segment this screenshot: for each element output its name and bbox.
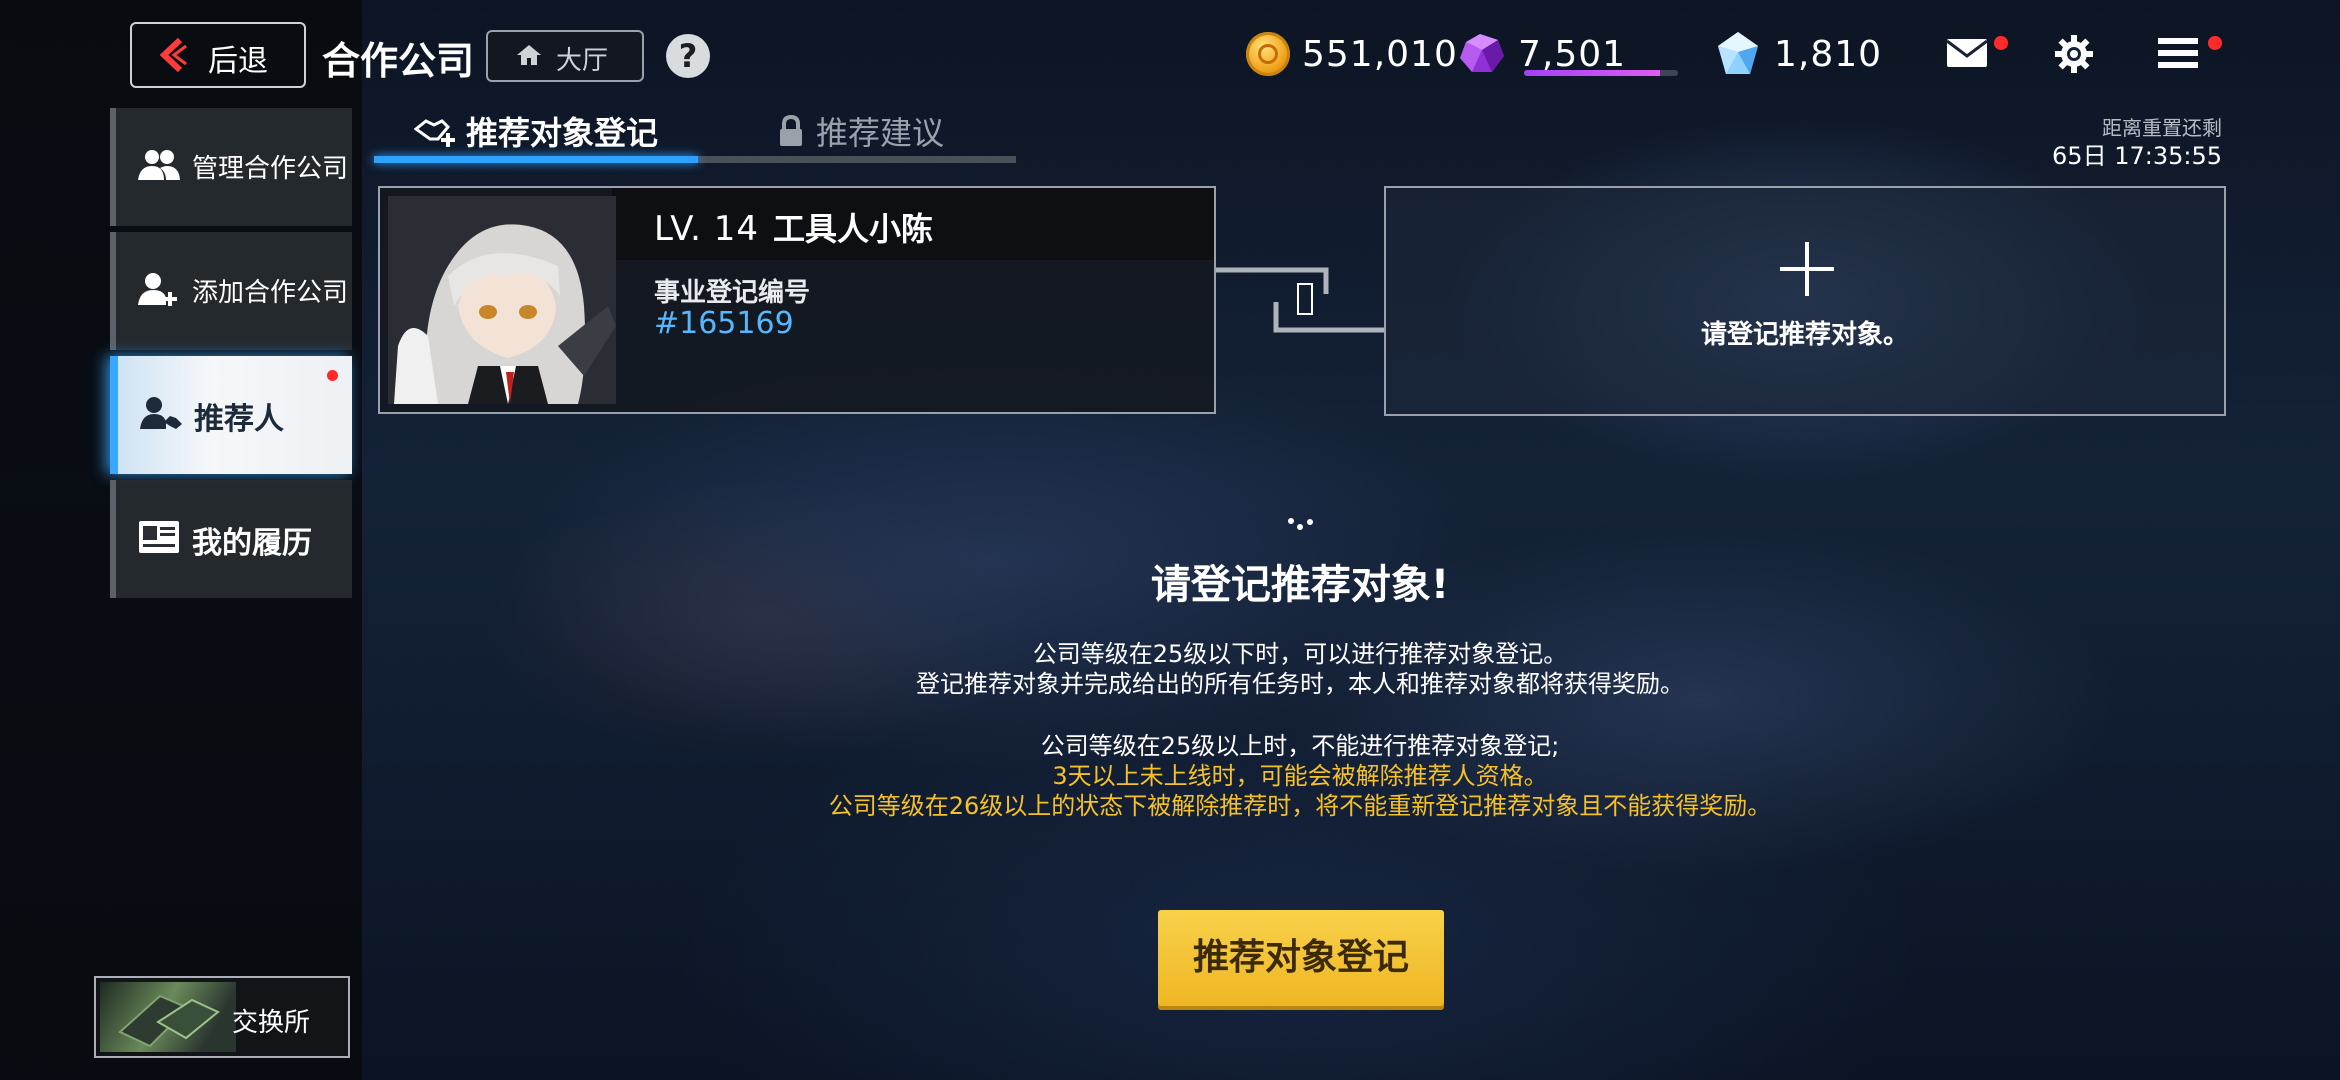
reset-countdown: 65日 17:35:55 [2052, 142, 2222, 170]
lobby-label: 大厅 [556, 46, 609, 76]
card-connector [1216, 267, 1386, 333]
back-label: 后退 [208, 44, 268, 79]
decorative-dots-icon [1288, 518, 1313, 530]
user-level: LV. 14 [654, 209, 759, 249]
user-level-line: LV. 14 工具人小陈 [654, 204, 933, 250]
tab-label: 推荐对象登记 [466, 114, 659, 152]
tab-active-indicator [374, 156, 698, 163]
register-referral-button[interactable]: 推荐对象登记 [1158, 910, 1444, 1006]
warning-line: 公司等级在26级以上的状态下被解除推荐时，将不能重新登记推荐对象且不能获得奖励。 [828, 792, 1772, 820]
mail-icon[interactable] [1946, 38, 1988, 68]
handshake-plus-icon [414, 119, 455, 147]
info-title: 请登记推荐对象! [1150, 562, 1450, 608]
menu-icon[interactable] [2158, 36, 2198, 70]
blue-gem-currency[interactable]: 1,810 [1714, 26, 1882, 82]
gold-coin-icon [1246, 32, 1290, 76]
gold-value: 551,010 [1302, 33, 1458, 75]
exchange-button[interactable]: 交换所 [94, 976, 350, 1058]
tab-register-referral[interactable]: 推荐对象登记 [414, 108, 658, 154]
help-icon[interactable]: ? [666, 34, 710, 78]
avatar [388, 196, 616, 404]
manage-users-icon [138, 150, 180, 180]
registration-label: 事业登记编号 [654, 278, 811, 308]
sidebar-item-label: 推荐人 [194, 402, 284, 437]
purple-gem-value: 7,501 [1518, 33, 1627, 75]
user-card: LV. 14 工具人小陈 事业登记编号 #165169 [378, 186, 1216, 414]
registration-number: #165169 [654, 306, 794, 341]
plus-icon [1780, 242, 1834, 296]
mail-badge [1994, 36, 2008, 50]
sidebar-item-recommender[interactable]: 推荐人 [110, 356, 352, 474]
sidebar-item-add-partner[interactable]: 添加合作公司 [110, 232, 352, 350]
user-name: 工具人小陈 [772, 210, 933, 248]
exchange-label: 交换所 [232, 1008, 311, 1038]
lock-icon [780, 115, 802, 146]
back-button[interactable]: 后退 [130, 22, 306, 88]
sidebar-item-label: 添加合作公司 [192, 278, 349, 308]
menu-badge [2208, 36, 2222, 50]
page-title: 合作公司 [322, 39, 475, 83]
register-slot-text: 请登记推荐对象。 [1700, 320, 1909, 350]
back-chevron-icon [159, 38, 187, 72]
exchange-thumbnail [100, 982, 236, 1052]
tab-referral-suggestions[interactable]: 推荐建议 [776, 108, 944, 154]
purple-gem-icon [1460, 34, 1504, 72]
sidebar-item-label: 管理合作公司 [192, 154, 349, 184]
gold-currency[interactable]: 551,010 [1246, 26, 1458, 82]
tab-label: 推荐建议 [816, 114, 945, 152]
lobby-button[interactable]: 大厅 [486, 30, 644, 82]
blue-gem-icon [1718, 32, 1758, 74]
purple-gem-progress [1524, 70, 1678, 76]
gear-icon[interactable] [2054, 34, 2094, 74]
home-icon [517, 45, 541, 65]
recommender-icon [140, 397, 182, 429]
info-line: 登记推荐对象并完成给出的所有任务时，本人和推荐对象都将获得奖励。 [916, 670, 1684, 698]
sidebar-item-manage-partners[interactable]: 管理合作公司 [110, 108, 352, 226]
resume-card-icon [139, 521, 179, 553]
recommender-badge [327, 370, 338, 381]
add-user-icon [138, 273, 177, 306]
blue-gem-value: 1,810 [1774, 33, 1883, 75]
register-slot-card[interactable]: 请登记推荐对象。 [1384, 186, 2226, 416]
